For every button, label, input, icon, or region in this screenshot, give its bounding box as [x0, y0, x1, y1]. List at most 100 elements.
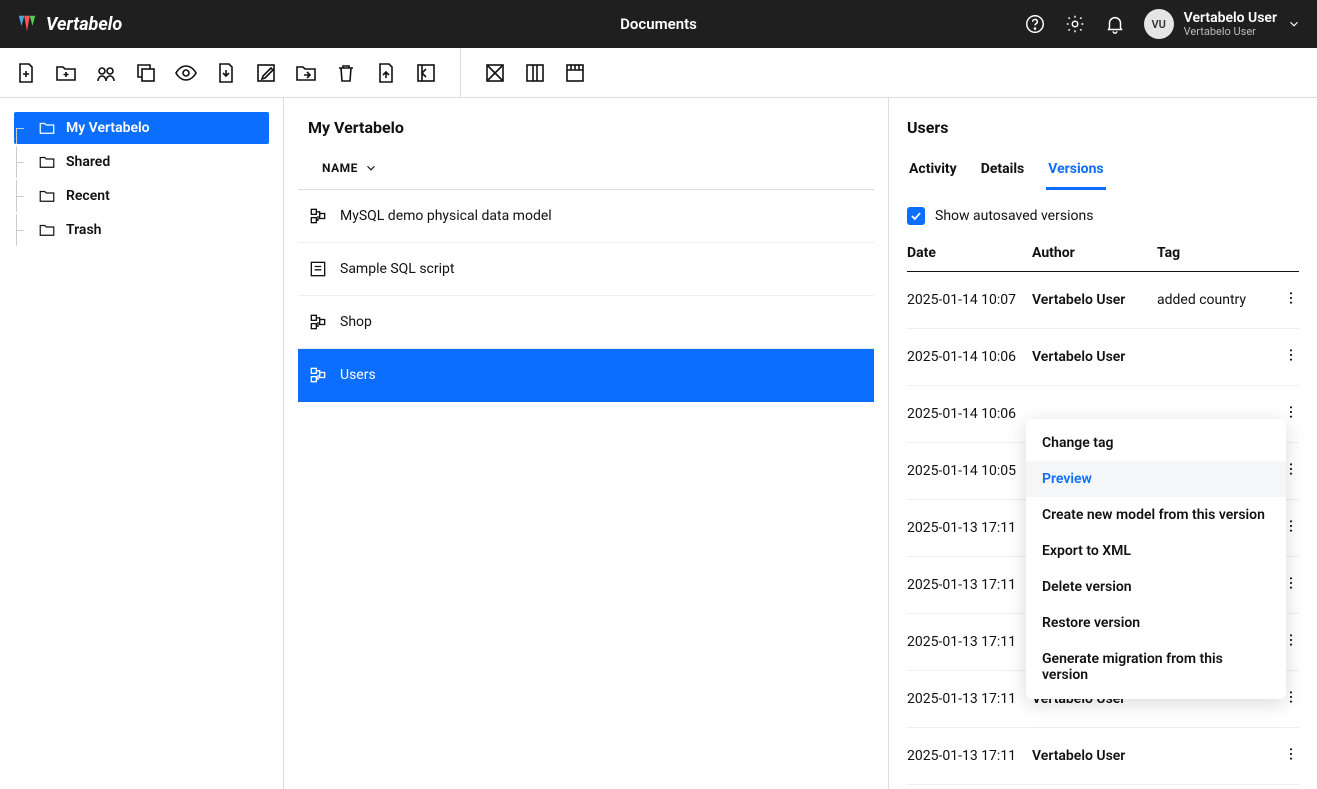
sidebar-item-label: Recent: [66, 188, 110, 204]
avatar: VU: [1144, 9, 1174, 39]
version-menu-button[interactable]: [1275, 746, 1299, 766]
version-author: Vertabelo User: [1032, 292, 1157, 308]
menu-item-generate-migration-from-this-version[interactable]: Generate migration from this version: [1026, 641, 1286, 693]
topbar: Vertabelo Documents VU Vertabelo User Ve…: [0, 0, 1317, 48]
doc-row[interactable]: Sample SQL script: [298, 243, 874, 296]
version-row[interactable]: 2025-01-13 17:11 Vertabelo User: [907, 728, 1299, 785]
col-tag: Tag: [1157, 245, 1275, 261]
help-icon[interactable]: [1024, 13, 1046, 35]
doc-row[interactable]: Shop: [298, 296, 874, 349]
sidebar-item-my-vertabelo[interactable]: My Vertabelo: [14, 112, 269, 144]
sidebar-item-label: Trash: [66, 222, 101, 238]
new-folder-icon[interactable]: [54, 61, 78, 85]
menu-item-create-new-model-from-this-version[interactable]: Create new model from this version: [1026, 497, 1286, 533]
sidebar-item-label: My Vertabelo: [66, 120, 150, 136]
tabs: Activity Details Versions: [889, 147, 1317, 191]
version-menu-button[interactable]: [1275, 347, 1299, 367]
folder-icon: [38, 153, 56, 171]
doc-label: Users: [340, 367, 376, 383]
logo-text: Vertabelo: [46, 14, 122, 35]
bell-icon[interactable]: [1104, 13, 1126, 35]
version-date: 2025-01-13 17:11: [907, 577, 1032, 593]
toolbar: [0, 48, 1317, 98]
menu-item-change-tag[interactable]: Change tag: [1026, 425, 1286, 461]
model-icon: [308, 206, 328, 226]
trash-icon[interactable]: [334, 61, 358, 85]
download-icon[interactable]: [214, 61, 238, 85]
preview-icon[interactable]: [174, 61, 198, 85]
version-date: 2025-01-14 10:06: [907, 349, 1032, 365]
col-date: Date: [907, 245, 1032, 261]
more-vertical-icon: [1283, 746, 1299, 762]
tab-activity[interactable]: Activity: [907, 155, 959, 190]
more-vertical-icon: [1283, 347, 1299, 363]
col-author: Author: [1032, 245, 1157, 261]
version-date: 2025-01-13 17:11: [907, 691, 1032, 707]
toolbar-separator: [460, 48, 461, 98]
menu-item-export-to-xml[interactable]: Export to XML: [1026, 533, 1286, 569]
edit-icon[interactable]: [254, 61, 278, 85]
logo[interactable]: Vertabelo: [16, 13, 122, 35]
menu-item-preview[interactable]: Preview: [1026, 461, 1286, 497]
tab-versions[interactable]: Versions: [1046, 155, 1105, 190]
logo-mark-icon: [16, 13, 38, 35]
folder-title: My Vertabelo: [284, 98, 888, 147]
folder-icon: [38, 119, 56, 137]
version-author: Vertabelo User: [1032, 748, 1157, 764]
column-header-row: NAME: [298, 147, 874, 190]
topbar-right: VU Vertabelo User Vertabelo User: [1024, 9, 1301, 39]
version-author: Vertabelo User: [1032, 349, 1157, 365]
model-icon: [308, 312, 328, 332]
user-menu[interactable]: VU Vertabelo User Vertabelo User: [1144, 9, 1301, 39]
folder-icon: [38, 187, 56, 205]
version-date: 2025-01-13 17:11: [907, 748, 1032, 764]
pattern-icon-1[interactable]: [483, 61, 507, 85]
more-vertical-icon: [1283, 290, 1299, 306]
autosave-row: Show autosaved versions: [889, 191, 1317, 235]
copy-icon[interactable]: [134, 61, 158, 85]
version-date: 2025-01-13 17:11: [907, 634, 1032, 650]
name-column-header[interactable]: NAME: [322, 161, 378, 175]
tool-group-2: [483, 61, 587, 85]
doc-row[interactable]: Users: [298, 349, 874, 402]
script-icon: [308, 259, 328, 279]
doc-row[interactable]: MySQL demo physical data model: [298, 190, 874, 243]
version-header: Date Author Tag: [907, 235, 1299, 272]
version-tag: added country: [1157, 292, 1275, 308]
model-icon: [308, 365, 328, 385]
tool-group-1: [14, 61, 438, 85]
chevron-down-icon: [364, 161, 378, 175]
sidebar-item-label: Shared: [66, 154, 110, 170]
menu-item-restore-version[interactable]: Restore version: [1026, 605, 1286, 641]
more-vertical-icon: [1283, 404, 1299, 420]
details-title: Users: [889, 98, 1317, 147]
version-date: 2025-01-14 10:07: [907, 292, 1032, 308]
sidebar-item-trash[interactable]: Trash: [14, 214, 269, 246]
tab-details[interactable]: Details: [979, 155, 1027, 190]
settings-icon[interactable]: [1064, 13, 1086, 35]
autosave-checkbox[interactable]: [907, 207, 925, 225]
doc-label: Shop: [340, 314, 372, 330]
pattern-icon-3[interactable]: [563, 61, 587, 85]
document-panel: My Vertabelo NAME MySQL demo physical da…: [284, 98, 889, 789]
folder-icon: [38, 221, 56, 239]
user-name: Vertabelo User Vertabelo User: [1184, 10, 1277, 39]
doc-label: MySQL demo physical data model: [340, 208, 552, 224]
new-doc-icon[interactable]: [14, 61, 38, 85]
version-row[interactable]: 2025-01-14 10:07 Vertabelo User added co…: [907, 272, 1299, 329]
version-date: 2025-01-13 17:11: [907, 520, 1032, 536]
version-row[interactable]: 2025-01-14 10:06 Vertabelo User: [907, 329, 1299, 386]
archive-icon[interactable]: [414, 61, 438, 85]
sidebar-item-recent[interactable]: Recent: [14, 180, 269, 212]
version-date: 2025-01-14 10:06: [907, 406, 1032, 422]
share-icon[interactable]: [94, 61, 118, 85]
upload-icon[interactable]: [374, 61, 398, 85]
move-icon[interactable]: [294, 61, 318, 85]
version-context-menu: Change tagPreviewCreate new model from t…: [1026, 419, 1286, 699]
doc-label: Sample SQL script: [340, 261, 454, 277]
sidebar-item-shared[interactable]: Shared: [14, 146, 269, 178]
menu-item-delete-version[interactable]: Delete version: [1026, 569, 1286, 605]
pattern-icon-2[interactable]: [523, 61, 547, 85]
version-date: 2025-01-14 10:05: [907, 463, 1032, 479]
version-menu-button[interactable]: [1275, 290, 1299, 310]
